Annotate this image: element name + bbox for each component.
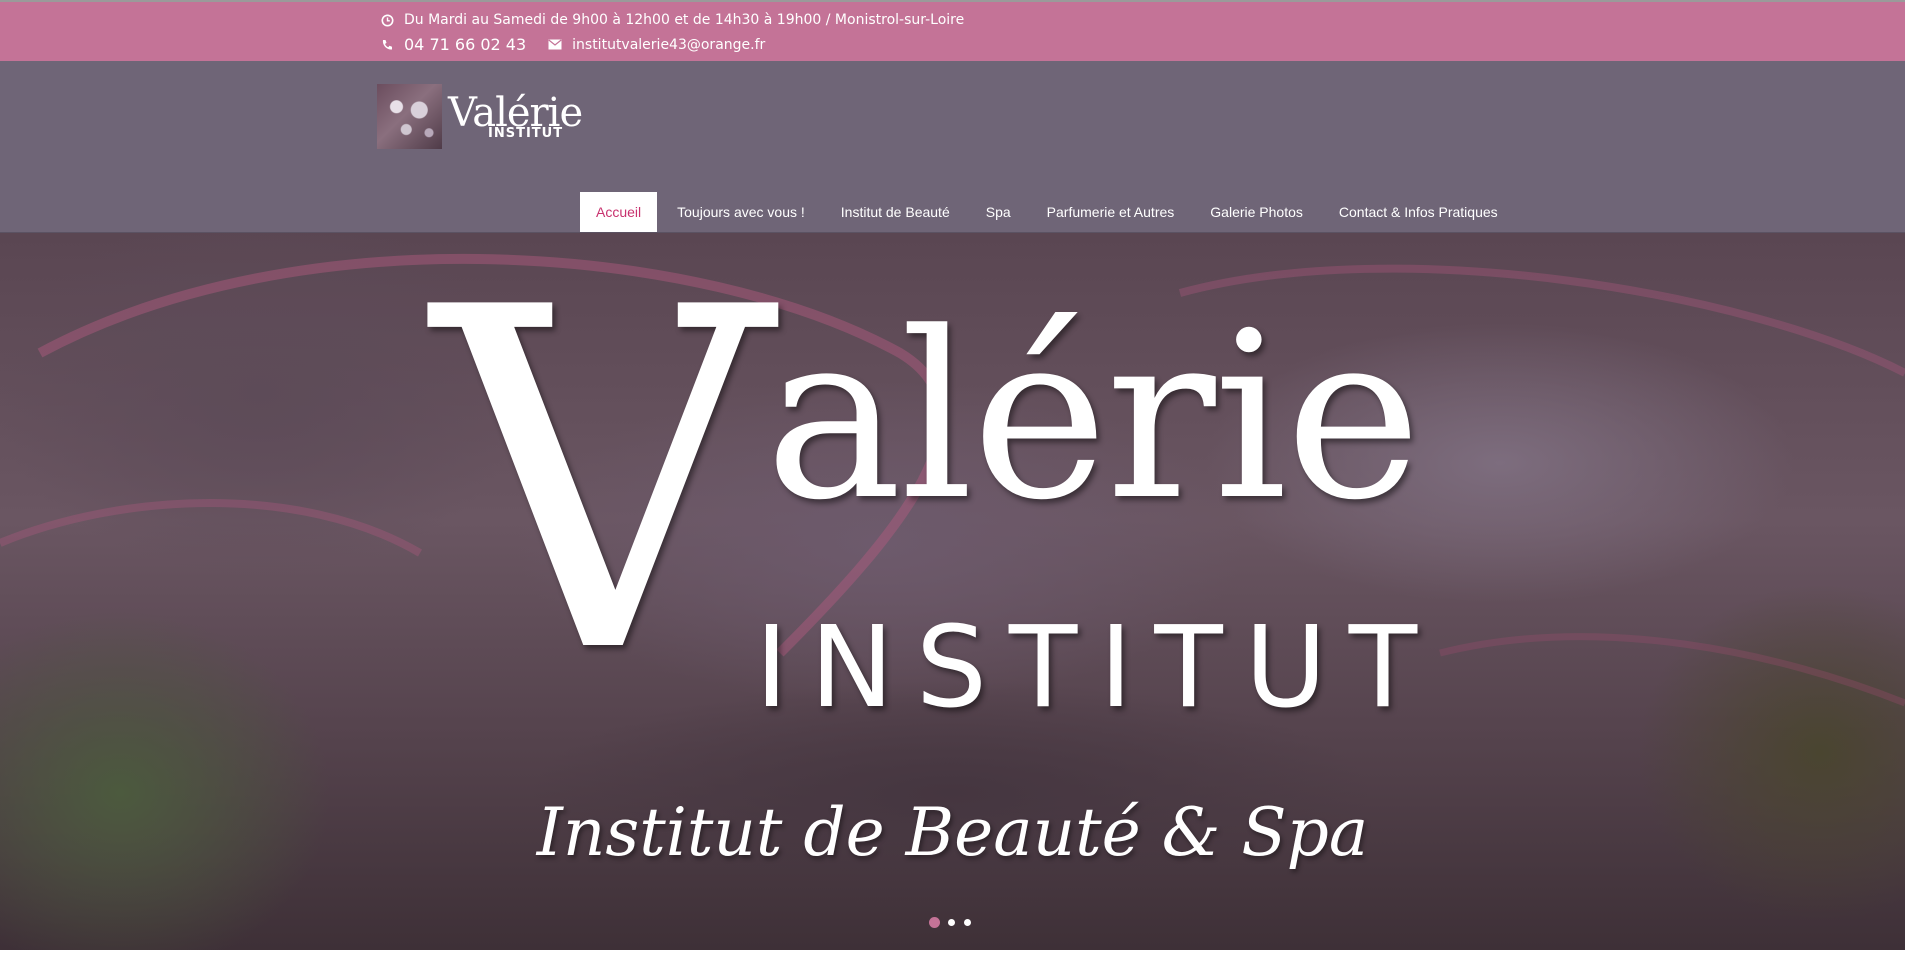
- hero-title-initial: V: [432, 233, 772, 756]
- hero-institut-text: INSTITUT: [755, 603, 1440, 733]
- nav-item-institut-de-beaute[interactable]: Institut de Beauté: [823, 192, 968, 232]
- site-logo[interactable]: Valérie INSTITUT: [377, 84, 583, 149]
- opening-hours-text: Du Mardi au Samedi de 9h00 à 12h00 et de…: [404, 12, 965, 28]
- nav-item-accueil[interactable]: Accueil: [580, 192, 658, 232]
- contact-row: 04 71 66 02 43 institutvalerie43@orange.…: [380, 35, 765, 54]
- nav-item-galerie-photos[interactable]: Galerie Photos: [1192, 192, 1321, 232]
- logo-text: Valérie INSTITUT: [448, 93, 583, 140]
- phone-number[interactable]: 04 71 66 02 43: [404, 35, 526, 54]
- nav-item-spa[interactable]: Spa: [968, 192, 1029, 232]
- envelope-icon: [548, 38, 562, 52]
- main-navigation: Accueil Toujours avec vous ! Institut de…: [580, 192, 1516, 232]
- hero-subtitle: Institut de Beauté & Spa: [536, 794, 1369, 871]
- slider-dot-2[interactable]: [948, 919, 955, 926]
- nav-item-toujours-avec-vous[interactable]: Toujours avec vous !: [659, 192, 823, 232]
- top-info-bar: Du Mardi au Samedi de 9h00 à 12h00 et de…: [0, 0, 1905, 61]
- hero-title-rest: alérie: [765, 284, 1421, 551]
- slider-dot-3[interactable]: [964, 919, 971, 926]
- hours-row: Du Mardi au Samedi de 9h00 à 12h00 et de…: [380, 12, 964, 28]
- slider-pagination: [929, 917, 980, 928]
- nav-item-contact[interactable]: Contact & Infos Pratiques: [1321, 192, 1516, 232]
- logo-photo: [377, 84, 442, 149]
- site-header: Valérie INSTITUT Accueil Toujours avec v…: [0, 61, 1905, 233]
- email-link[interactable]: institutvalerie43@orange.fr: [572, 37, 765, 53]
- slider-dot-1[interactable]: [929, 917, 940, 928]
- nav-item-parfumerie[interactable]: Parfumerie et Autres: [1029, 192, 1193, 232]
- phone-icon: [380, 38, 394, 52]
- clock-icon: [380, 13, 394, 27]
- hero-slider[interactable]: V alérie INSTITUT Institut de Beauté & S…: [0, 233, 1905, 950]
